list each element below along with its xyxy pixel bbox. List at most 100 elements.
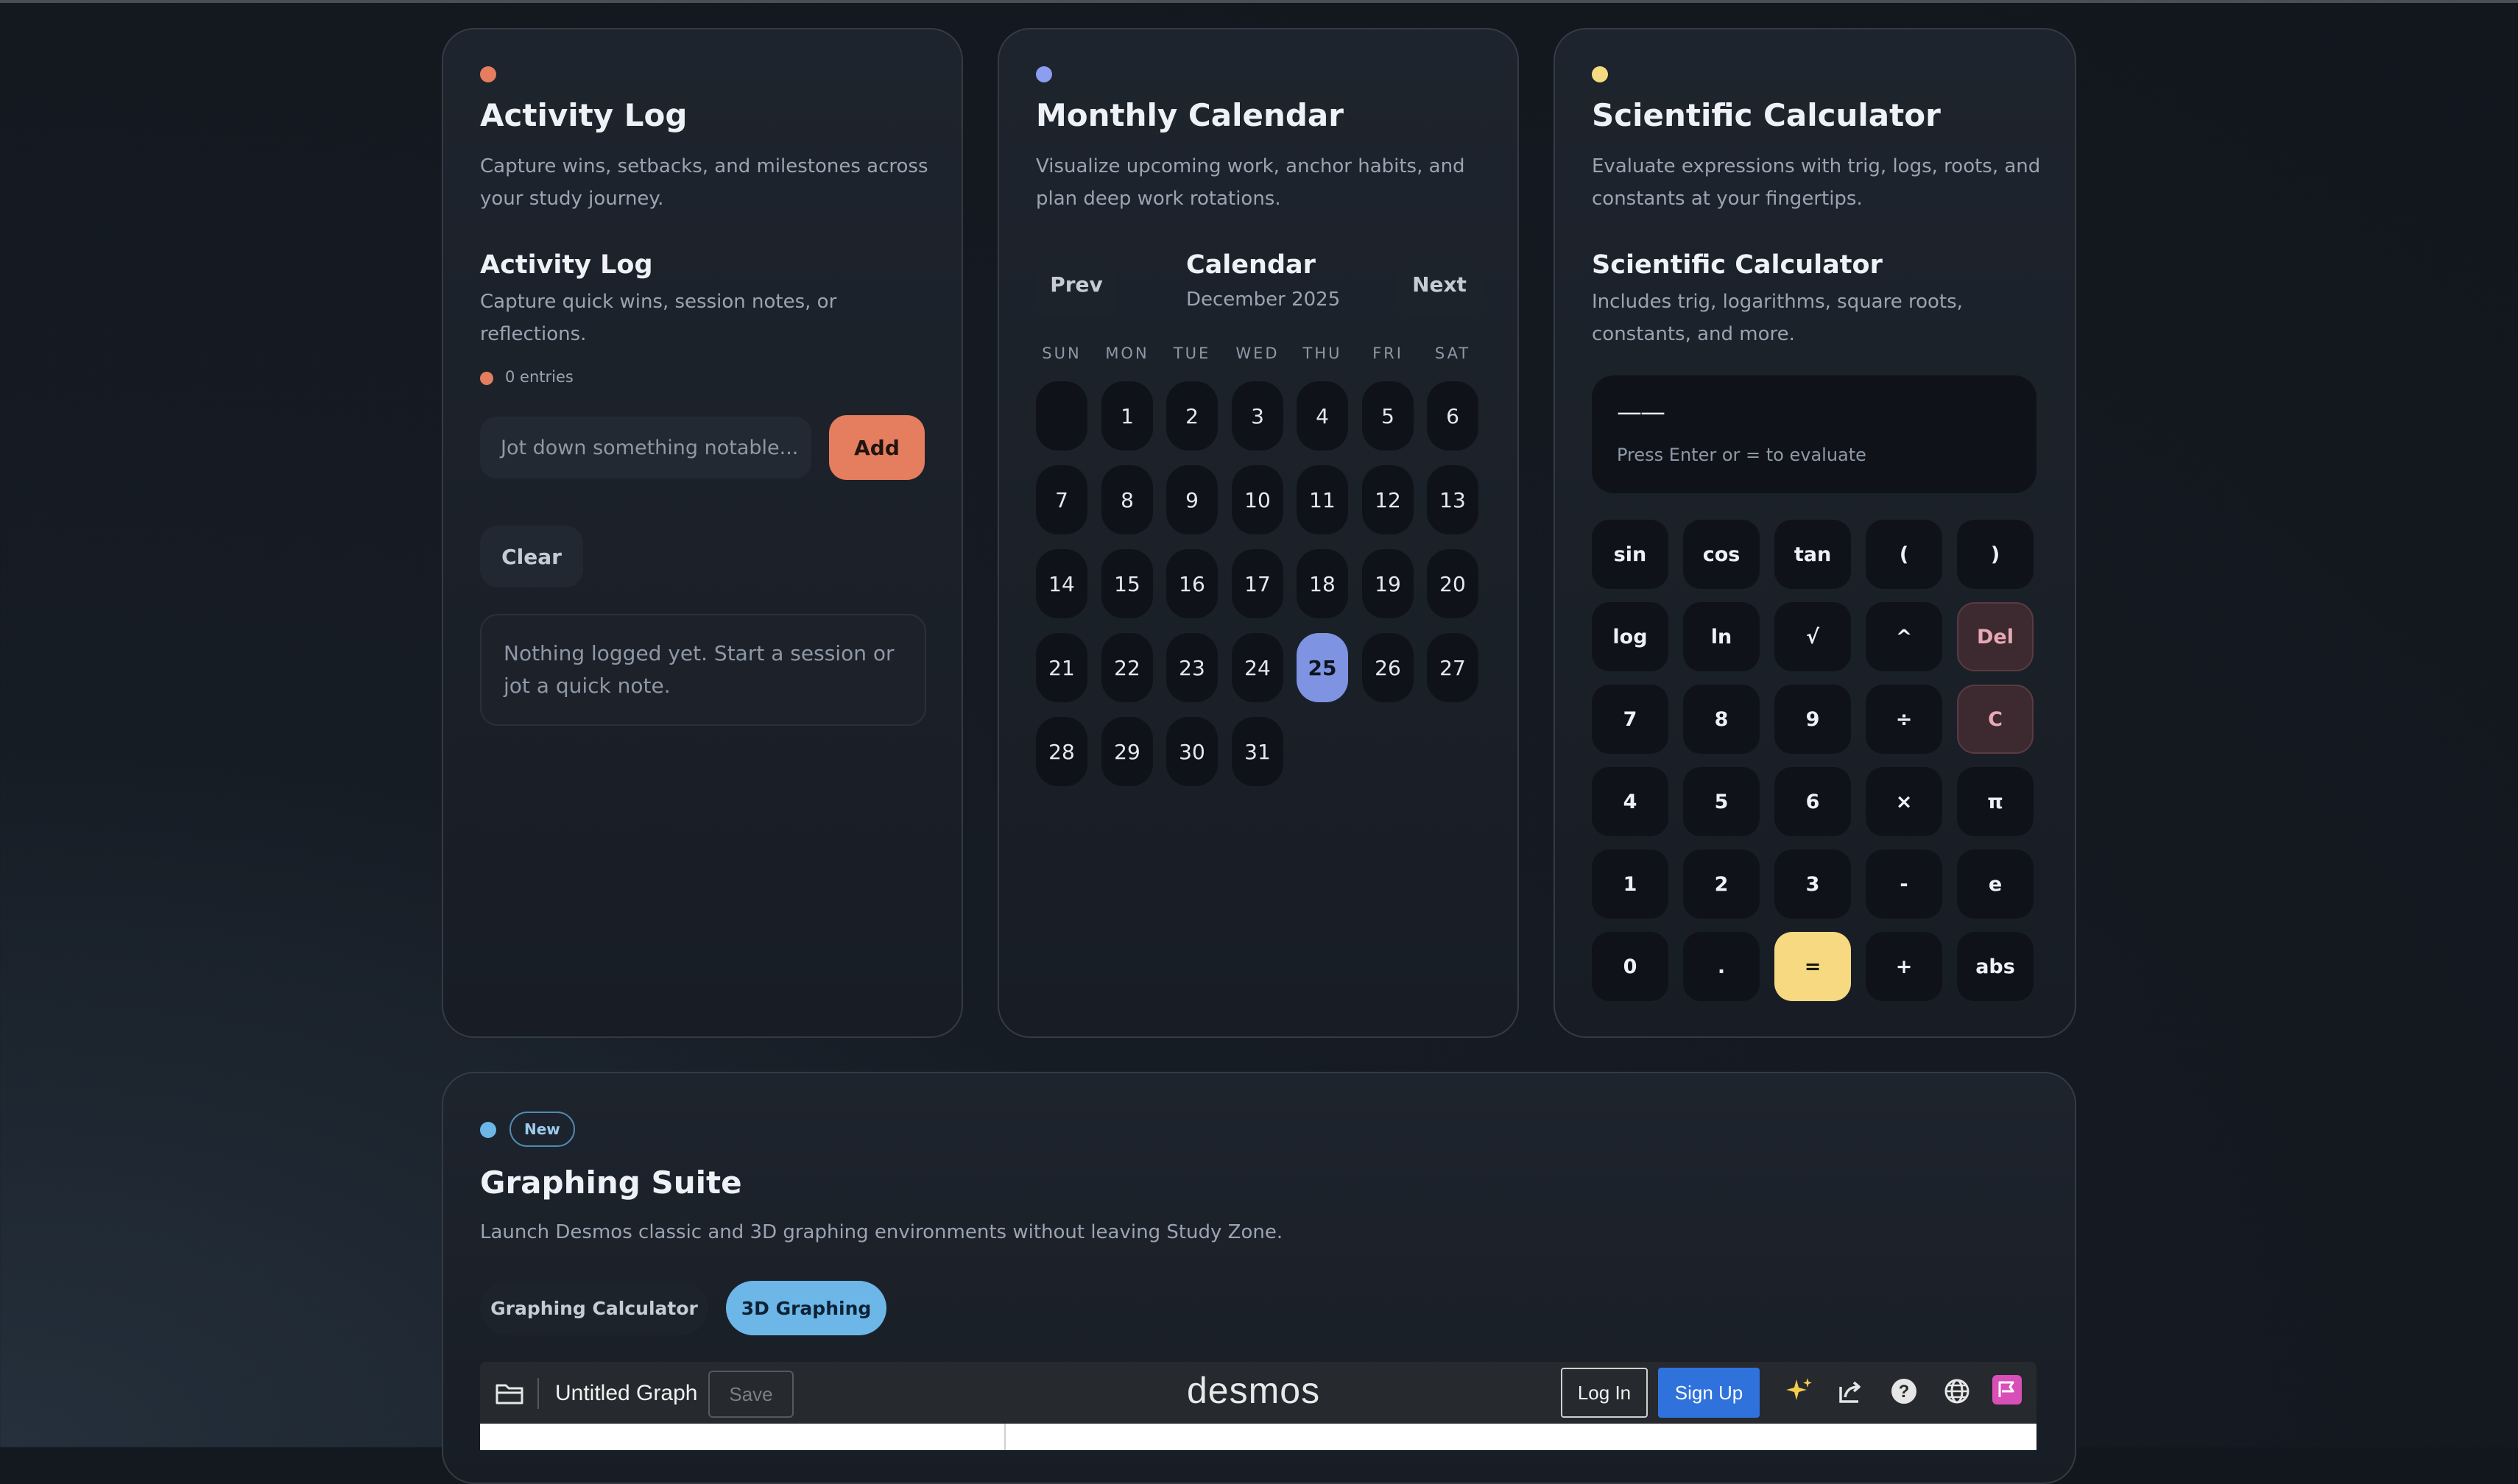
- calendar-day[interactable]: 2: [1166, 381, 1218, 451]
- expression-panel-divider: [1004, 1424, 1006, 1450]
- key-plus[interactable]: +: [1866, 932, 1942, 1001]
- save-graph-button[interactable]: Save: [708, 1371, 794, 1418]
- calendar-day[interactable]: 26: [1362, 633, 1414, 702]
- key-minus[interactable]: -: [1866, 849, 1942, 919]
- add-entry-button[interactable]: Add: [829, 415, 925, 480]
- desmos-logo: desmos: [1187, 1370, 1321, 1411]
- calendar-day[interactable]: 1: [1101, 381, 1153, 451]
- calendar-day[interactable]: 11: [1297, 465, 1348, 534]
- calendar-day[interactable]: 6: [1427, 381, 1478, 451]
- calculator-panel-title: Scientific Calculator: [1592, 250, 1883, 280]
- desmos-embed: Untitled Graph Save desmos Log In Sign U…: [480, 1362, 2036, 1450]
- key-7[interactable]: 7: [1592, 685, 1668, 754]
- key-open-paren[interactable]: (: [1866, 520, 1942, 589]
- calculator-card-description: Evaluate expressions with trig, logs, ro…: [1592, 155, 2041, 210]
- calendar-day[interactable]: 12: [1362, 465, 1414, 534]
- signup-button[interactable]: Sign Up: [1658, 1368, 1760, 1418]
- svg-text:?: ?: [1899, 1382, 1910, 1402]
- calendar-day-today[interactable]: 25: [1297, 633, 1348, 702]
- key-cos[interactable]: cos: [1683, 520, 1760, 589]
- calendar-day[interactable]: 4: [1297, 381, 1348, 451]
- key-sin[interactable]: sin: [1592, 520, 1668, 589]
- weekday-tue: TUE: [1173, 344, 1211, 362]
- activity-empty-state: Nothing logged yet. Start a session or j…: [480, 614, 926, 726]
- entries-count: 0 entries: [505, 368, 574, 386]
- activity-log-card: Activity Log Capture wins, setbacks, and…: [442, 28, 963, 1038]
- activity-note-input[interactable]: Jot down something notable...: [480, 417, 811, 478]
- key-0[interactable]: 0: [1592, 932, 1668, 1001]
- calculator-accent-dot: [1592, 66, 1608, 82]
- calendar-next-button[interactable]: Next: [1397, 250, 1482, 318]
- calendar-day[interactable]: 15: [1101, 549, 1153, 618]
- key-sqrt[interactable]: √: [1774, 602, 1851, 671]
- calendar-day[interactable]: 27: [1427, 633, 1478, 702]
- calendar-card-description: Visualize upcoming work, anchor habits, …: [1036, 155, 1465, 210]
- key-5[interactable]: 5: [1683, 767, 1760, 836]
- clear-entries-button[interactable]: Clear: [480, 526, 583, 587]
- calendar-prev-button[interactable]: Prev: [1036, 250, 1117, 318]
- weekday-fri: FRI: [1372, 344, 1403, 362]
- key-2[interactable]: 2: [1683, 849, 1760, 919]
- calendar-day[interactable]: 3: [1232, 381, 1283, 451]
- calendar-day[interactable]: 18: [1297, 549, 1348, 618]
- key-6[interactable]: 6: [1774, 767, 1851, 836]
- calendar-day[interactable]: 7: [1036, 465, 1087, 534]
- key-multiply[interactable]: ×: [1866, 767, 1942, 836]
- calendar-day[interactable]: 10: [1232, 465, 1283, 534]
- calendar-day[interactable]: 19: [1362, 549, 1414, 618]
- profile-avatar-icon[interactable]: [1992, 1375, 2022, 1404]
- calendar-day[interactable]: 31: [1232, 717, 1283, 786]
- calendar-day[interactable]: 22: [1101, 633, 1153, 702]
- tab-graphing-calculator[interactable]: Graphing Calculator: [480, 1281, 708, 1335]
- calendar-day[interactable]: 29: [1101, 717, 1153, 786]
- key-1[interactable]: 1: [1592, 849, 1668, 919]
- calendar-day[interactable]: 13: [1427, 465, 1478, 534]
- calendar-day[interactable]: 8: [1101, 465, 1153, 534]
- calendar-day[interactable]: 9: [1166, 465, 1218, 534]
- calendar-day[interactable]: 28: [1036, 717, 1087, 786]
- key-log[interactable]: log: [1592, 602, 1668, 671]
- key-8[interactable]: 8: [1683, 685, 1760, 754]
- calculator-display-value: ——: [1617, 398, 1665, 427]
- calendar-day[interactable]: 14: [1036, 549, 1087, 618]
- key-abs[interactable]: abs: [1957, 932, 2034, 1001]
- folder-icon[interactable]: [493, 1377, 526, 1409]
- login-button[interactable]: Log In: [1561, 1368, 1648, 1418]
- key-divide[interactable]: ÷: [1866, 685, 1942, 754]
- graph-title[interactable]: Untitled Graph: [555, 1381, 697, 1406]
- key-3[interactable]: 3: [1774, 849, 1851, 919]
- monthly-calendar-card: Monthly Calendar Visualize upcoming work…: [998, 28, 1519, 1038]
- calendar-day[interactable]: 24: [1232, 633, 1283, 702]
- key-e[interactable]: e: [1957, 849, 2034, 919]
- calendar-day[interactable]: 20: [1427, 549, 1478, 618]
- calendar-day[interactable]: 5: [1362, 381, 1414, 451]
- key-close-paren[interactable]: ): [1957, 520, 2034, 589]
- sparkle-icon[interactable]: [1783, 1375, 1816, 1407]
- key-equals[interactable]: =: [1774, 932, 1851, 1001]
- key-c[interactable]: C: [1957, 685, 2034, 754]
- divider: [537, 1378, 539, 1409]
- key-9[interactable]: 9: [1774, 685, 1851, 754]
- calendar-day[interactable]: 23: [1166, 633, 1218, 702]
- globe-icon[interactable]: [1941, 1375, 1973, 1407]
- help-icon[interactable]: ?: [1888, 1375, 1920, 1407]
- calculator-card-title: Scientific Calculator: [1592, 97, 1941, 133]
- new-badge: New: [509, 1112, 575, 1147]
- calendar-day[interactable]: 17: [1232, 549, 1283, 618]
- calendar-heading: Calendar: [1186, 250, 1316, 280]
- activity-card-title: Activity Log: [480, 97, 688, 133]
- key-del[interactable]: Del: [1957, 602, 2034, 671]
- tab-3d-graphing[interactable]: 3D Graphing: [726, 1281, 886, 1335]
- graphing-accent-dot: [480, 1122, 496, 1138]
- calendar-day[interactable]: 16: [1166, 549, 1218, 618]
- calendar-day[interactable]: 21: [1036, 633, 1087, 702]
- key-pi[interactable]: π: [1957, 767, 2034, 836]
- key-power[interactable]: ^: [1866, 602, 1942, 671]
- key-4[interactable]: 4: [1592, 767, 1668, 836]
- key-tan[interactable]: tan: [1774, 520, 1851, 589]
- share-icon[interactable]: [1835, 1375, 1867, 1407]
- calendar-month-label: December 2025: [1186, 289, 1341, 311]
- key-decimal[interactable]: .: [1683, 932, 1760, 1001]
- calendar-day[interactable]: 30: [1166, 717, 1218, 786]
- key-ln[interactable]: ln: [1683, 602, 1760, 671]
